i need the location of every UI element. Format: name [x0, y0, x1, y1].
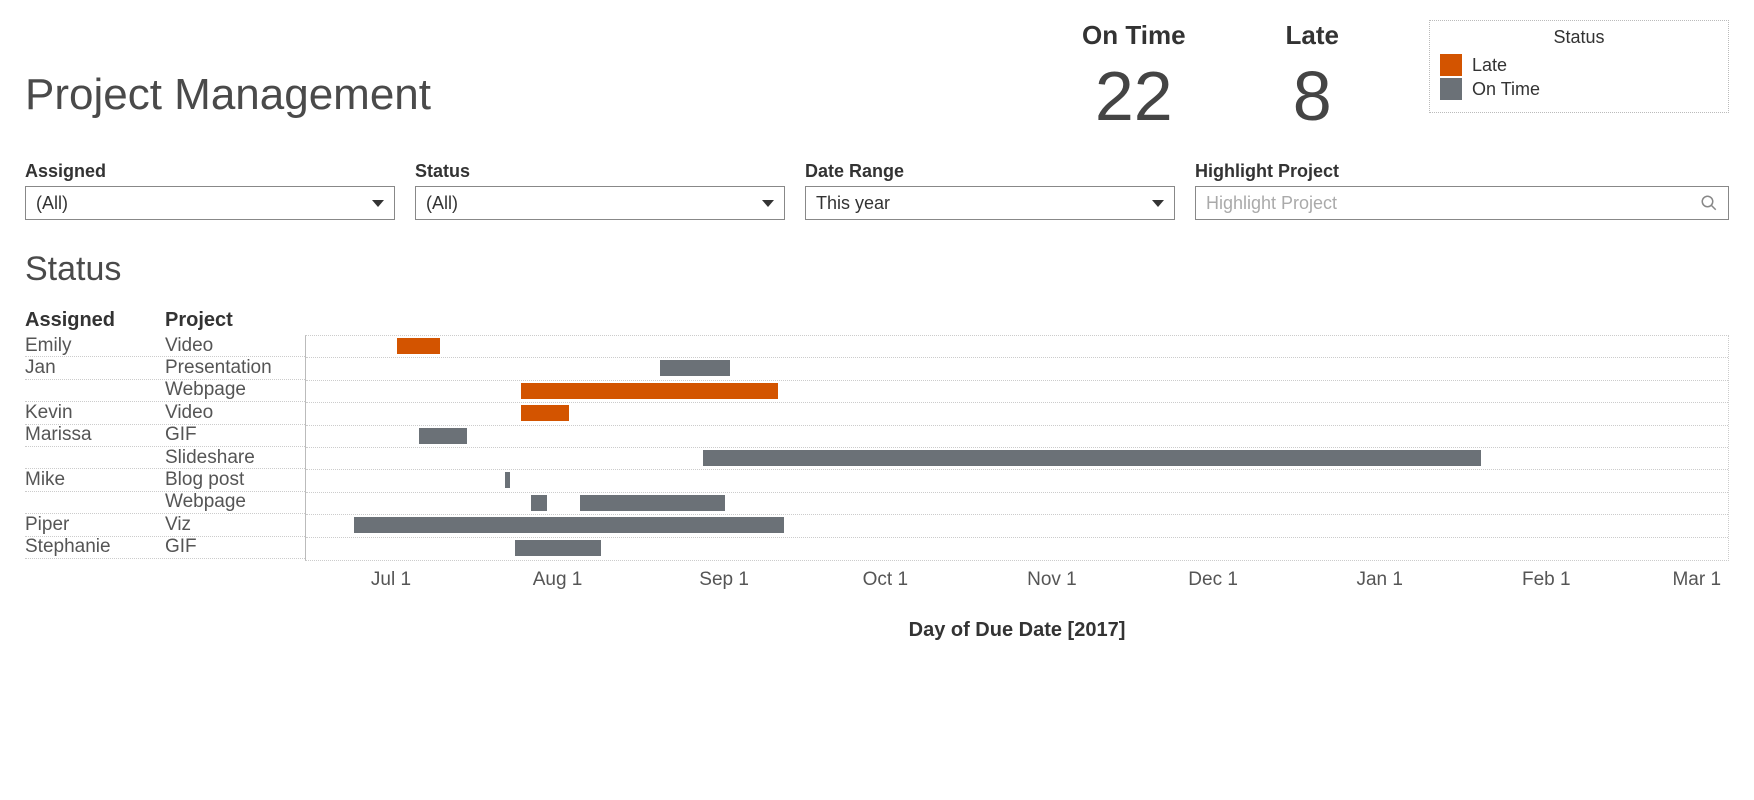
- gantt-project-cell: Slideshare: [165, 447, 305, 469]
- gantt-chart-row: [306, 515, 1728, 537]
- filter-status-value: (All): [426, 193, 458, 214]
- legend-item-late[interactable]: Late: [1440, 54, 1718, 76]
- gantt-assigned-cell: Stephanie: [25, 536, 165, 558]
- gantt-chart-row: [306, 493, 1728, 515]
- gantt-project-cell: GIF: [165, 424, 305, 446]
- highlight-search-box[interactable]: [1195, 186, 1729, 220]
- gantt-chart: Assigned Project EmilyVideoJanPresentati…: [25, 309, 1729, 642]
- legend-label-ontime: On Time: [1472, 79, 1540, 100]
- gantt-label-row: StephanieGIF: [25, 537, 305, 559]
- gantt-assigned-cell: Marissa: [25, 424, 165, 446]
- gantt-bar[interactable]: [521, 405, 569, 421]
- filter-date-label: Date Range: [805, 161, 1175, 182]
- page-title: Project Management: [25, 70, 431, 120]
- highlight-search-input[interactable]: [1206, 193, 1700, 214]
- gantt-bar[interactable]: [515, 540, 601, 556]
- gantt-xtick: Feb 1: [1522, 569, 1571, 591]
- gantt-label-row: Webpage: [25, 380, 305, 402]
- gantt-chart-row: [306, 470, 1728, 492]
- gantt-label-row: EmilyVideo: [25, 335, 305, 357]
- kpi-on-time: On Time 22: [1082, 20, 1186, 131]
- gantt-assigned-cell: Mike: [25, 469, 165, 491]
- filter-assigned-value: (All): [36, 193, 68, 214]
- gantt-assigned-cell: Jan: [25, 357, 165, 379]
- gantt-project-cell: Viz: [165, 514, 305, 536]
- gantt-label-row: MarissaGIF: [25, 425, 305, 447]
- gantt-label-row: Webpage: [25, 492, 305, 514]
- gantt-label-row: KevinVideo: [25, 402, 305, 424]
- gantt-assigned-cell: Kevin: [25, 402, 165, 424]
- gantt-col-assigned: Assigned: [25, 309, 165, 334]
- gantt-project-cell: Webpage: [165, 379, 305, 401]
- gantt-assigned-cell: Emily: [25, 335, 165, 357]
- chevron-down-icon: [762, 200, 774, 207]
- gantt-bar[interactable]: [505, 472, 510, 488]
- gantt-xtick: Mar 1: [1672, 569, 1721, 591]
- gantt-bar[interactable]: [703, 450, 1481, 466]
- gantt-label-row: PiperViz: [25, 514, 305, 536]
- kpi-late-value: 8: [1286, 61, 1339, 131]
- gantt-assigned-cell: Piper: [25, 514, 165, 536]
- gantt-section-title: Status: [25, 250, 1729, 289]
- filter-date-value: This year: [816, 193, 890, 214]
- gantt-col-project: Project: [165, 309, 305, 334]
- kpi-on-time-value: 22: [1082, 61, 1186, 131]
- gantt-chart-row: [306, 381, 1728, 403]
- filter-status-dropdown[interactable]: (All): [415, 186, 785, 220]
- kpi-late-label: Late: [1286, 20, 1339, 51]
- gantt-project-cell: Video: [165, 402, 305, 424]
- gantt-xaxis-title: Day of Due Date [2017]: [305, 619, 1729, 642]
- gantt-xtick: Sep 1: [699, 569, 749, 591]
- gantt-project-cell: GIF: [165, 536, 305, 558]
- gantt-xtick: Oct 1: [863, 569, 908, 591]
- gantt-xtick: Aug 1: [533, 569, 583, 591]
- gantt-bar[interactable]: [660, 360, 730, 376]
- gantt-chart-row: [306, 336, 1728, 358]
- legend-item-ontime[interactable]: On Time: [1440, 78, 1718, 100]
- gantt-label-row: Slideshare: [25, 447, 305, 469]
- gantt-project-cell: Webpage: [165, 491, 305, 513]
- filter-status-label: Status: [415, 161, 785, 182]
- gantt-xtick: Jul 1: [371, 569, 411, 591]
- gantt-chart-row: [306, 358, 1728, 380]
- gantt-bar[interactable]: [580, 495, 725, 511]
- legend-label-late: Late: [1472, 55, 1507, 76]
- gantt-chart-row: [306, 538, 1728, 560]
- legend-title: Status: [1440, 27, 1718, 48]
- legend-swatch-late: [1440, 54, 1462, 76]
- gantt-project-cell: Presentation: [165, 357, 305, 379]
- gantt-bar[interactable]: [354, 517, 783, 533]
- gantt-bar[interactable]: [419, 428, 467, 444]
- search-icon: [1700, 194, 1718, 212]
- gantt-bar[interactable]: [397, 338, 440, 354]
- filter-assigned-dropdown[interactable]: (All): [25, 186, 395, 220]
- gantt-xtick: Nov 1: [1027, 569, 1077, 591]
- gantt-project-cell: Video: [165, 335, 305, 357]
- legend: Status Late On Time: [1429, 20, 1729, 113]
- legend-swatch-ontime: [1440, 78, 1462, 100]
- gantt-project-cell: Blog post: [165, 469, 305, 491]
- gantt-label-row: JanPresentation: [25, 357, 305, 379]
- gantt-chart-row: [306, 426, 1728, 448]
- gantt-chart-row: [306, 403, 1728, 425]
- kpi-late: Late 8: [1286, 20, 1339, 131]
- filter-assigned-label: Assigned: [25, 161, 395, 182]
- chevron-down-icon: [1152, 200, 1164, 207]
- gantt-chart-row: [306, 448, 1728, 470]
- chevron-down-icon: [372, 200, 384, 207]
- kpi-on-time-label: On Time: [1082, 20, 1186, 51]
- filter-date-dropdown[interactable]: This year: [805, 186, 1175, 220]
- gantt-bar[interactable]: [531, 495, 547, 511]
- gantt-xtick: Jan 1: [1356, 569, 1402, 591]
- gantt-label-row: MikeBlog post: [25, 469, 305, 491]
- gantt-xtick: Dec 1: [1188, 569, 1238, 591]
- gantt-bar[interactable]: [521, 383, 779, 399]
- filter-highlight-label: Highlight Project: [1195, 161, 1729, 182]
